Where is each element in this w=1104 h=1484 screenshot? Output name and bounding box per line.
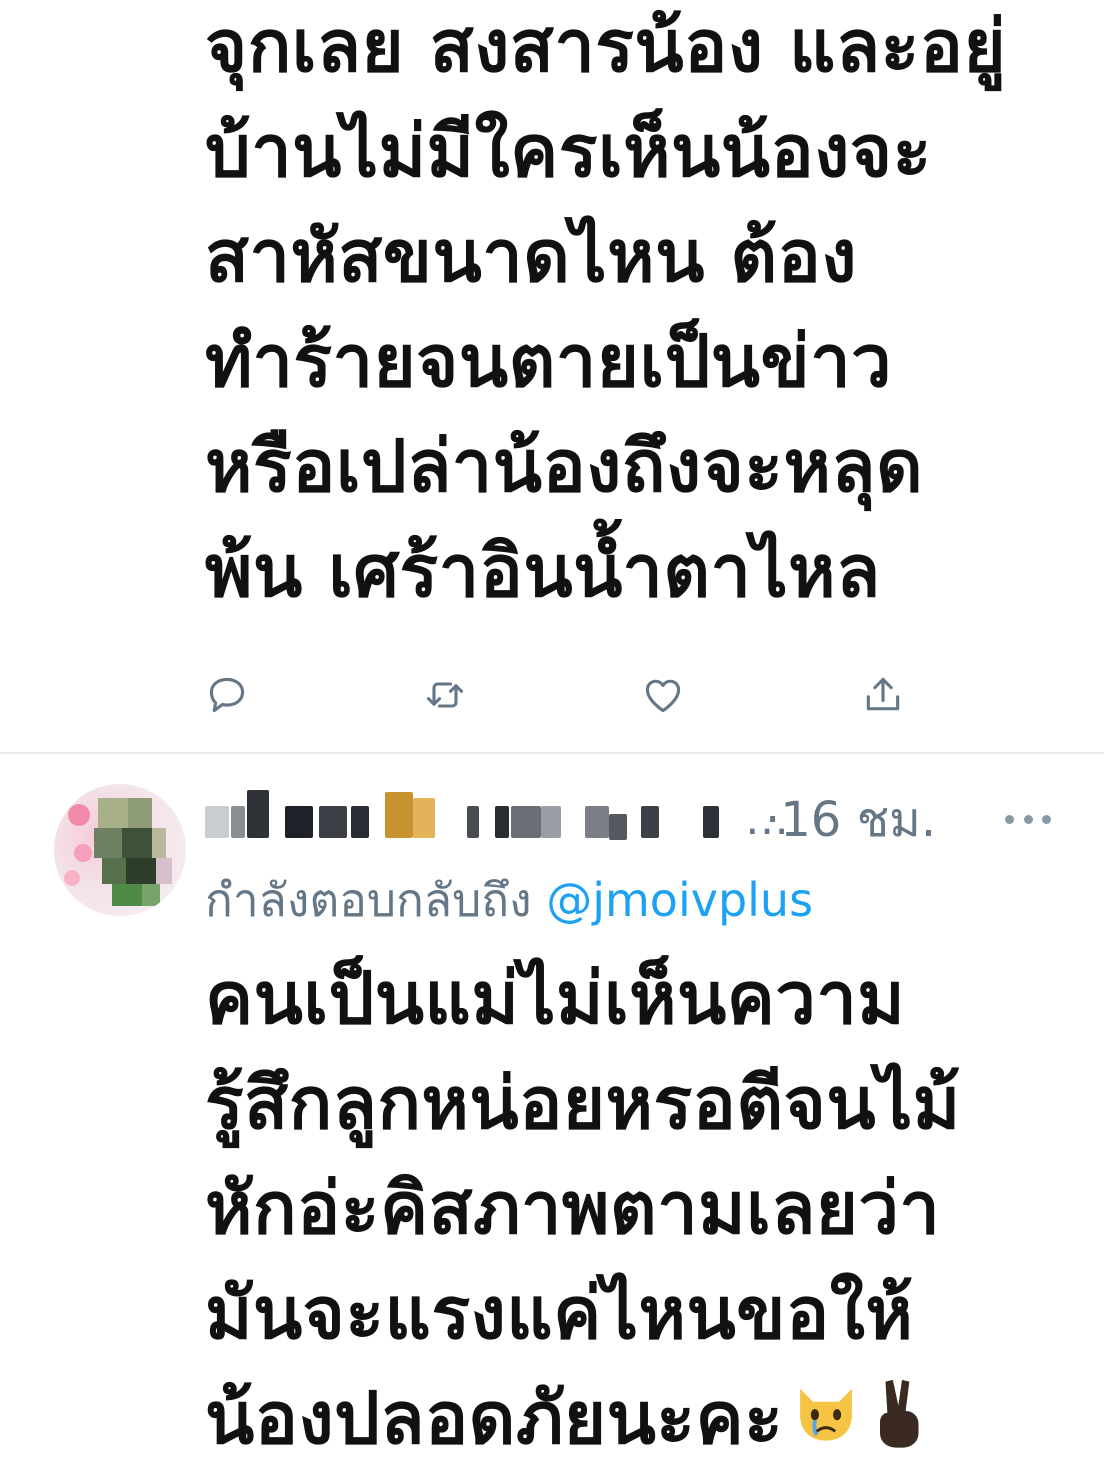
crying-cat-emoji xyxy=(789,1371,863,1476)
tweet-line-text: น้องปลอดภัยนะคะ xyxy=(205,1376,784,1460)
like-button[interactable] xyxy=(636,668,690,722)
reply-label: กำลังตอบกลับถึง xyxy=(205,873,532,927)
display-name-blurred[interactable] xyxy=(385,792,413,838)
display-name-blurred[interactable] xyxy=(413,798,435,838)
tweet-line: หักอ่ะคิสภาพตามเลยว่า xyxy=(205,1166,941,1250)
author-row: … ·16 ชม. xyxy=(205,790,1085,850)
retweet-icon xyxy=(426,682,464,708)
display-name-blurred[interactable] xyxy=(541,806,561,838)
tweet-line: รู้สึกลูกหน่อยหรอตีจนไม้ xyxy=(205,1061,961,1145)
tweet-line: บ้านไม่มีใครเห็นน้องจะ xyxy=(205,109,932,193)
tweet-line: พ้น เศร้าอินน้ำตาไหล xyxy=(205,529,881,613)
display-name-blurred[interactable] xyxy=(351,806,369,838)
display-name-blurred[interactable] xyxy=(609,814,627,840)
tweet-actions xyxy=(0,668,1104,724)
display-name-blurred[interactable] xyxy=(585,806,609,838)
tweet-line: ทำร้ายจนตายเป็นข่าว xyxy=(205,319,893,403)
reply-button[interactable] xyxy=(200,668,254,722)
replying-to: กำลังตอบกลับถึง @jmoivplus xyxy=(205,870,813,930)
avatar[interactable] xyxy=(54,784,186,916)
share-button[interactable] xyxy=(856,668,910,722)
display-name-blurred[interactable] xyxy=(641,806,659,838)
victory-hand-emoji xyxy=(869,1371,935,1476)
display-name-blurred[interactable] xyxy=(495,806,509,838)
display-name-blurred[interactable] xyxy=(703,806,719,838)
more-options-icon[interactable] xyxy=(1005,804,1051,834)
display-name-blurred[interactable] xyxy=(205,806,229,838)
retweet-button[interactable] xyxy=(418,668,472,722)
tweet-top: จุกเลย สงสารน้อง และอยู่ บ้านไม่มีใครเห็… xyxy=(0,0,1104,752)
share-icon xyxy=(866,677,900,711)
tweet-line: หรือเปล่าน้องถึงจะหลุด xyxy=(205,424,924,508)
heart-icon xyxy=(645,679,681,713)
tweet-body: คนเป็นแม่ไม่เห็นความ รู้สึกลูกหน่อยหรอตี… xyxy=(205,946,961,1476)
display-name-blurred[interactable] xyxy=(319,806,347,838)
tweet-line: สาหัสขนาดไหน ต้อง xyxy=(205,214,858,298)
tweet-reply[interactable]: … ·16 ชม. กำลังตอบกลับถึง @jmoivplus คนเ… xyxy=(0,754,1104,1484)
tweet-body: จุกเลย สงสารน้อง และอยู่ บ้านไม่มีใครเห็… xyxy=(205,0,1006,624)
display-name-blurred[interactable] xyxy=(231,806,245,838)
display-name-blurred[interactable] xyxy=(247,790,269,838)
tweet-line: น้องปลอดภัยนะคะ xyxy=(205,1366,961,1476)
reply-mention-link[interactable]: @jmoivplus xyxy=(546,873,813,927)
reply-icon xyxy=(209,677,245,713)
display-name-blurred[interactable] xyxy=(285,806,313,838)
timestamp[interactable]: ·16 ชม. xyxy=(765,790,936,850)
tweet-line: คนเป็นแม่ไม่เห็นความ xyxy=(205,956,906,1040)
display-name-blurred[interactable] xyxy=(511,806,541,838)
display-name-blurred[interactable] xyxy=(467,806,479,838)
tweet-line: จุกเลย สงสารน้อง และอยู่ xyxy=(205,4,1007,88)
tweet-line: มันจะแรงแค่ไหนขอให้ xyxy=(205,1271,914,1355)
